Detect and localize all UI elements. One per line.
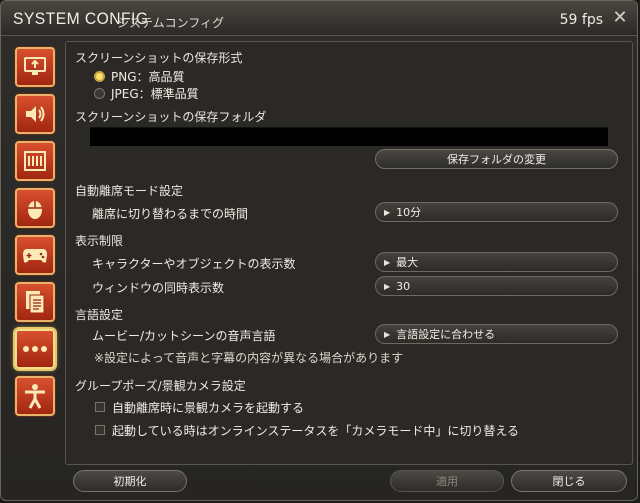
language-note: ※設定によって音声と字幕の内容が異なる場合があります: [94, 351, 404, 365]
character-count-value: 最大: [396, 256, 419, 269]
close-button[interactable]: 閉じる: [511, 470, 627, 492]
character-count-dropdown[interactable]: ▶ 最大: [375, 252, 618, 272]
movie-language-value: 言語設定に合わせる: [396, 328, 496, 341]
sidebar-item-sound[interactable]: [15, 94, 55, 134]
person-icon: [17, 378, 53, 414]
screenshot-folder-path: [90, 127, 608, 146]
triangle-right-icon: ▶: [384, 281, 391, 291]
system-config-window: SYSTEM CONFIG システムコンフィグ 59 fps ✕ スクリーンショ…: [0, 0, 638, 501]
radio-jpeg[interactable]: [94, 88, 105, 99]
ellipsis-icon: [17, 331, 53, 367]
speaker-icon: [17, 96, 53, 132]
window-subtitle: システムコンフィグ: [117, 16, 225, 30]
display-limits-section-label: 表示制限: [75, 234, 124, 248]
language-section-label: 言語設定: [75, 308, 124, 322]
sidebar-item-accessibility[interactable]: [15, 376, 55, 416]
monitor-icon: [17, 49, 53, 85]
group-pose-section-label: グループポーズ/景観カメラ設定: [75, 379, 246, 393]
title-bar[interactable]: SYSTEM CONFIG システムコンフィグ 59 fps ✕: [1, 1, 637, 36]
frame-icon: [17, 143, 53, 179]
movie-language-label: ムービー/カットシーンの音声言語: [92, 329, 276, 343]
window-count-label: ウィンドウの同時表示数: [92, 281, 225, 295]
radio-png-label[interactable]: PNG：高品質: [111, 68, 185, 85]
character-count-label: キャラクターやオブジェクトの表示数: [92, 257, 296, 271]
gamepad-icon: [17, 237, 53, 273]
reset-button[interactable]: 初期化: [73, 470, 187, 492]
auto-camera-label[interactable]: 自動離席時に景観カメラを起動する: [112, 399, 304, 416]
afk-section-label: 自動離席モード設定: [75, 184, 184, 198]
camera-status-checkbox[interactable]: [95, 425, 105, 435]
sidebar-item-display[interactable]: [15, 47, 55, 87]
settings-panel: スクリーンショットの保存形式 PNG：高品質 JPEG：標準品質 スクリーンショ…: [65, 41, 633, 465]
auto-camera-checkbox[interactable]: [95, 402, 105, 412]
triangle-right-icon: ▶: [384, 257, 391, 267]
sidebar-item-other[interactable]: [15, 329, 55, 369]
close-icon[interactable]: ✕: [611, 9, 629, 27]
sidebar-item-mouse[interactable]: [15, 188, 55, 228]
triangle-right-icon: ▶: [384, 207, 391, 217]
screenshot-format-label: スクリーンショットの保存形式: [75, 51, 243, 65]
afk-time-label: 離席に切り替わるまでの時間: [92, 207, 249, 221]
movie-language-dropdown[interactable]: ▶ 言語設定に合わせる: [375, 324, 618, 344]
sidebar-item-log[interactable]: [15, 282, 55, 322]
afk-time-dropdown[interactable]: ▶ 10分: [375, 202, 618, 222]
radio-png[interactable]: [94, 71, 105, 82]
screenshot-folder-label: スクリーンショットの保存フォルダ: [75, 110, 267, 124]
afk-time-value: 10分: [396, 206, 422, 219]
window-count-value: 30: [396, 279, 411, 293]
document-icon: [17, 284, 53, 320]
fps-counter: 59 fps: [559, 12, 603, 28]
triangle-right-icon: ▶: [384, 329, 391, 339]
camera-status-label[interactable]: 起動している時はオンラインステータスを「カメラモード中」に切り替える: [112, 422, 519, 439]
apply-button[interactable]: 適用: [390, 470, 504, 492]
change-folder-button[interactable]: 保存フォルダの変更: [375, 149, 618, 169]
sidebar-item-gamepad[interactable]: [15, 235, 55, 275]
sidebar-item-theme[interactable]: [15, 141, 55, 181]
radio-jpeg-label[interactable]: JPEG：標準品質: [111, 85, 199, 102]
window-count-dropdown[interactable]: ▶ 30: [375, 276, 618, 296]
mouse-icon: [17, 190, 53, 226]
